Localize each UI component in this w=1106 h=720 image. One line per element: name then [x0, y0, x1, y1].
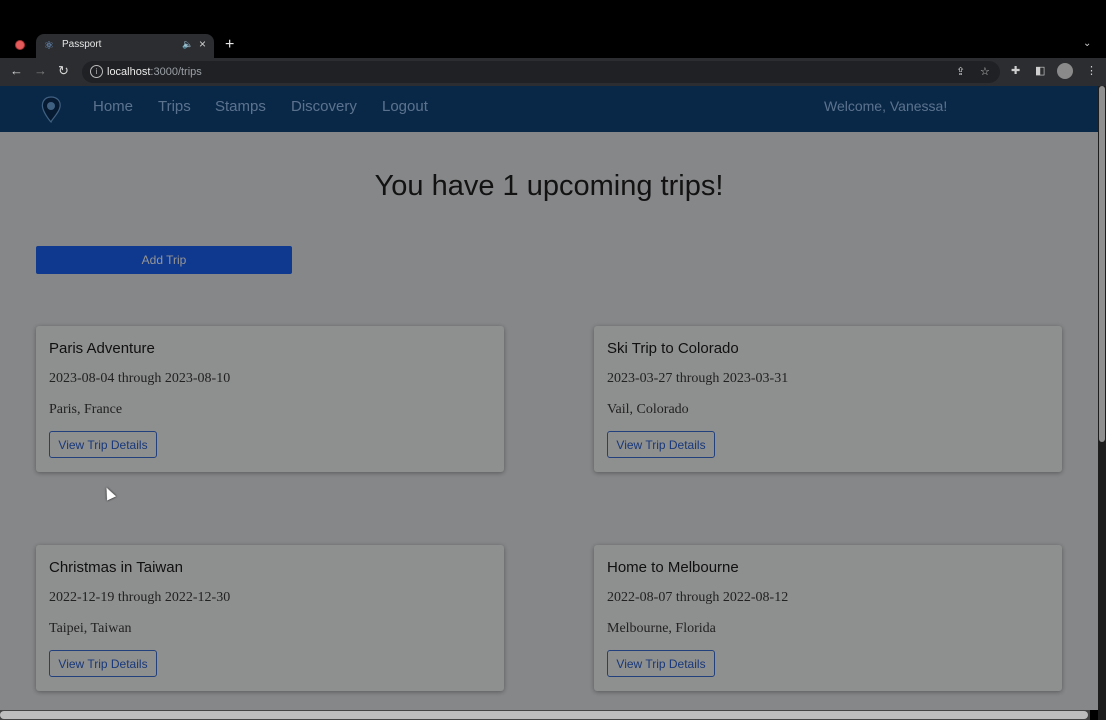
side-panel-icon[interactable]: ◧ [1035, 64, 1045, 77]
vertical-scroll-thumb[interactable] [1099, 86, 1105, 442]
trip-title: Paris Adventure [49, 340, 155, 357]
trip-dates: 2023-08-04 through 2023-08-10 [49, 371, 231, 386]
trip-dates: 2022-08-07 through 2022-08-12 [607, 590, 789, 605]
passport-logo-icon[interactable] [38, 95, 64, 123]
url-host: localhost [107, 66, 151, 78]
browser-tab-strip: ⚛ Passport 🔈 × + ⌄ [0, 0, 1106, 58]
trip-location: Melbourne, Florida [607, 621, 716, 636]
view-trip-details-button[interactable]: View Trip Details [49, 650, 157, 677]
new-tab-plus-icon[interactable]: + [225, 36, 234, 54]
page-title: You have 1 upcoming trips! [374, 170, 724, 202]
view-trip-details-button[interactable]: View Trip Details [607, 431, 715, 458]
close-tab-icon[interactable]: × [199, 37, 206, 51]
address-bar[interactable]: i localhost:3000/trips ⇪ ☆ [82, 61, 1000, 83]
app-navbar: Home Trips Stamps Discovery Logout Welco… [0, 86, 1098, 132]
url-text: localhost:3000/trips [107, 66, 202, 78]
trip-card: Paris Adventure 2023-08-04 through 2023-… [36, 326, 504, 472]
horizontal-scroll-thumb[interactable] [0, 711, 1088, 719]
browser-toolbar: ← → ↻ i localhost:3000/trips ⇪ ☆ ✚ ◧ ⋮ [0, 58, 1106, 86]
trip-dates: 2023-03-27 through 2023-03-31 [607, 371, 789, 386]
page-viewport: Home Trips Stamps Discovery Logout Welco… [0, 86, 1098, 710]
trip-title: Home to Melbourne [607, 559, 739, 576]
view-trip-details-button[interactable]: View Trip Details [607, 650, 715, 677]
trip-title: Ski Trip to Colorado [607, 340, 739, 357]
share-icon[interactable]: ⇪ [956, 65, 965, 78]
vertical-scrollbar[interactable] [1098, 86, 1106, 720]
forward-arrow-icon[interactable]: → [34, 63, 47, 78]
tab-title: Passport [62, 39, 102, 50]
react-favicon-icon: ⚛ [44, 40, 54, 52]
back-arrow-icon[interactable]: ← [10, 63, 23, 78]
nav-link-home[interactable]: Home [93, 98, 133, 115]
url-path: :3000/trips [150, 66, 202, 78]
trip-dates: 2022-12-19 through 2022-12-30 [49, 590, 231, 605]
profile-avatar[interactable] [1057, 63, 1073, 79]
nav-link-trips[interactable]: Trips [158, 98, 191, 115]
bookmark-star-icon[interactable]: ☆ [980, 65, 990, 78]
kebab-menu-icon[interactable]: ⋮ [1086, 64, 1097, 77]
site-info-icon[interactable]: i [90, 65, 103, 78]
trip-card: Home to Melbourne 2022-08-07 through 202… [594, 545, 1062, 691]
trip-card: Christmas in Taiwan 2022-12-19 through 2… [36, 545, 504, 691]
trip-location: Vail, Colorado [607, 402, 689, 417]
speaker-icon[interactable]: 🔈 [182, 39, 193, 50]
trip-location: Paris, France [49, 402, 123, 417]
add-trip-button[interactable]: Add Trip [36, 246, 292, 274]
recording-indicator-icon [15, 40, 25, 50]
nav-link-discovery[interactable]: Discovery [291, 98, 357, 115]
tab-search-chevron-icon[interactable]: ⌄ [1083, 38, 1091, 49]
browser-tab[interactable]: ⚛ Passport 🔈 × [36, 34, 214, 58]
nav-link-logout[interactable]: Logout [382, 98, 428, 115]
trip-location: Taipei, Taiwan [49, 621, 132, 636]
welcome-message: Welcome, Vanessa! [824, 98, 948, 114]
view-trip-details-button[interactable]: View Trip Details [49, 431, 157, 458]
trip-card: Ski Trip to Colorado 2023-03-27 through … [594, 326, 1062, 472]
trip-title: Christmas in Taiwan [49, 559, 183, 576]
reload-icon[interactable]: ↻ [58, 63, 69, 79]
extensions-puzzle-icon[interactable]: ✚ [1011, 64, 1020, 77]
nav-link-stamps[interactable]: Stamps [215, 98, 266, 115]
horizontal-scrollbar[interactable] [0, 710, 1090, 720]
